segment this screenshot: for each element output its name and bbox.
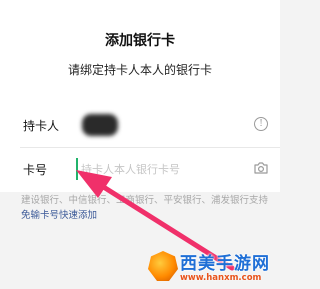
card-number-input[interactable] [76,158,241,180]
site-watermark: 西美手游网 www.hanxm.com [148,249,276,285]
quick-add-hint: 建设银行、中信银行、工商银行、平安银行、浦发银行支持免输卡号快速添加 [21,193,271,223]
watermark-url: www.hanxm.com [180,273,262,283]
page-subtitle: 请绑定持卡人本人的银行卡 [67,63,212,77]
bank-card-form: 持卡人 ! 卡号 [0,100,280,192]
camera-icon[interactable] [253,160,269,176]
quick-add-link[interactable]: 免输卡号快速添加 [21,210,97,221]
card-number-row: 卡号 [0,148,280,192]
page-title: 添加银行卡 [105,33,175,49]
card-number-label: 卡号 [23,163,48,177]
header: 添加银行卡 请绑定持卡人本人的银行卡 [0,0,280,100]
watermark-logo-icon [148,251,178,281]
cardholder-name-redacted [82,114,118,136]
supported-banks-text: 建设银行、中信银行、工商银行、平安银行、浦发银行支持 [21,195,269,206]
cardholder-label: 持卡人 [23,119,60,133]
watermark-name: 西美手游网 [180,254,270,274]
info-icon[interactable]: ! [254,117,268,131]
cardholder-row: 持卡人 ! [0,104,280,148]
